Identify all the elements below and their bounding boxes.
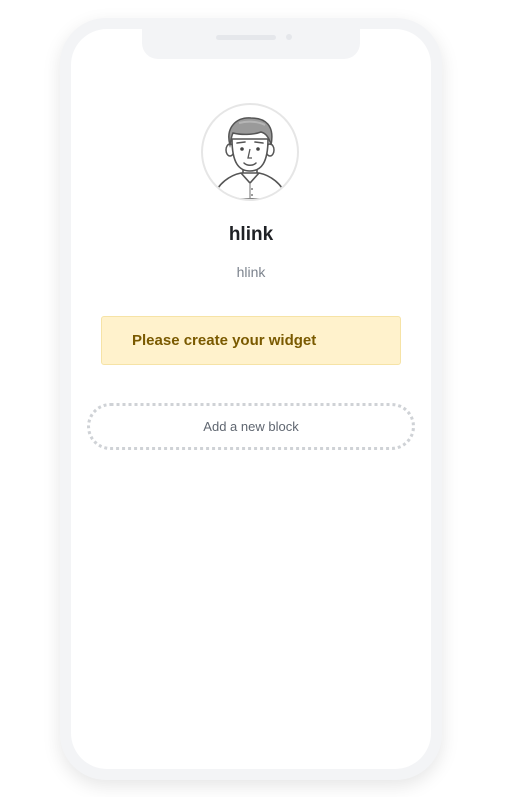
add-block-button[interactable]: Add a new block [87,403,415,450]
phone-screen: hlink hlink Please create your widget Ad… [71,29,431,769]
phone-mockup: hlink hlink Please create your widget Ad… [60,18,442,780]
phone-notch [142,29,360,59]
profile-handle: hlink [236,264,266,280]
avatar [201,103,299,201]
user-avatar-icon [212,117,288,199]
alert-message: Please create your widget [132,332,317,349]
camera-icon [286,34,292,40]
create-widget-alert: Please create your widget [101,316,401,365]
speaker-icon [216,35,276,40]
profile-name: hlink [228,224,274,245]
